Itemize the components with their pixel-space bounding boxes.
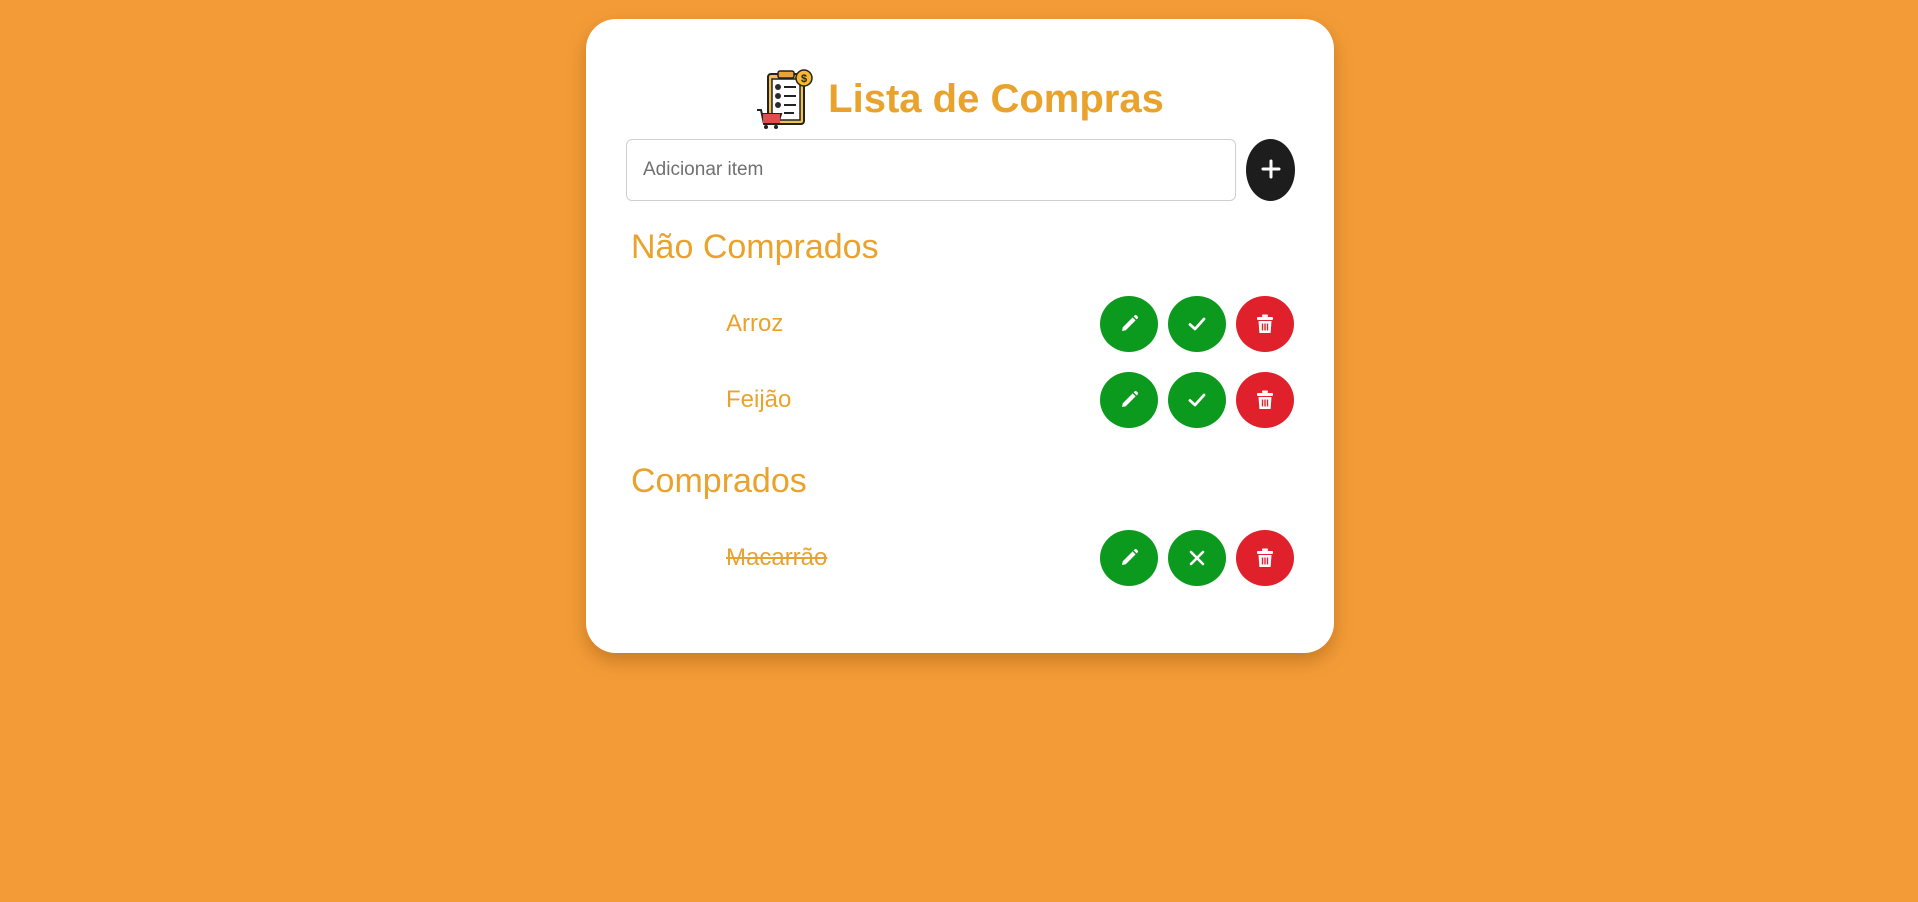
unmark-bought-button[interactable] [1168, 530, 1226, 586]
shopping-list-card: $ Lista de Compras Não Comprados Arroz [586, 19, 1334, 653]
plus-icon [1261, 159, 1281, 182]
item-actions [1100, 530, 1294, 586]
list-item: Arroz [626, 296, 1294, 352]
page-title: Lista de Compras [828, 77, 1164, 121]
pencil-icon [1119, 548, 1139, 568]
shopping-checklist-icon: $ [756, 68, 814, 130]
delete-button[interactable] [1236, 296, 1294, 352]
pencil-icon [1119, 390, 1139, 410]
item-name: Macarrão [726, 544, 828, 571]
add-item-button[interactable] [1246, 139, 1295, 201]
mark-bought-button[interactable] [1168, 372, 1226, 428]
add-item-input[interactable] [626, 139, 1236, 201]
item-name: Arroz [726, 310, 784, 337]
check-icon [1187, 314, 1207, 334]
edit-button[interactable] [1100, 296, 1158, 352]
list-item: Feijão [626, 372, 1294, 428]
add-item-row [626, 139, 1295, 201]
list-item: Macarrão [626, 530, 1294, 586]
svg-text:$: $ [801, 73, 807, 85]
header: $ Lista de Compras [586, 67, 1334, 131]
section-title-not-bought: Não Comprados [631, 228, 879, 266]
section-title-bought: Comprados [631, 462, 807, 500]
close-icon [1187, 548, 1207, 568]
trash-icon [1256, 314, 1274, 334]
item-actions [1100, 372, 1294, 428]
delete-button[interactable] [1236, 372, 1294, 428]
check-icon [1187, 390, 1207, 410]
item-actions [1100, 296, 1294, 352]
pencil-icon [1119, 314, 1139, 334]
item-name: Feijão [726, 386, 792, 413]
mark-bought-button[interactable] [1168, 296, 1226, 352]
delete-button[interactable] [1236, 530, 1294, 586]
edit-button[interactable] [1100, 530, 1158, 586]
trash-icon [1256, 548, 1274, 568]
edit-button[interactable] [1100, 372, 1158, 428]
trash-icon [1256, 390, 1274, 410]
